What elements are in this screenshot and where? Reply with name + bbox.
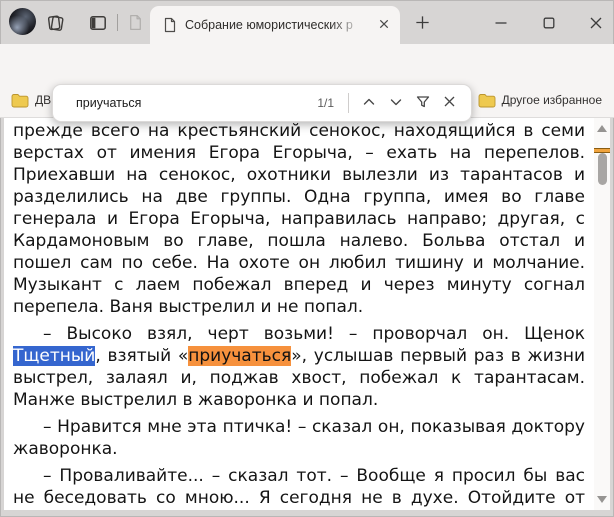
close-button[interactable] (583, 13, 609, 35)
minimize-icon (493, 15, 509, 34)
titlebar-divider (117, 14, 118, 31)
selected-text: Тщетный (13, 346, 96, 366)
folder-icon (11, 93, 29, 108)
browser-window: Собрание юмористических р ДВ Другое избр… (0, 0, 614, 517)
text-run: – Проваливайте... – сказал тот. – Вообще… (13, 466, 585, 508)
find-input[interactable] (74, 95, 318, 111)
close-icon (377, 17, 391, 34)
find-divider (348, 93, 349, 113)
stacked-tabs-icon (46, 13, 66, 36)
favorites-folder-left[interactable]: ДВ (11, 92, 51, 108)
scrollbar-thumb[interactable] (597, 153, 607, 185)
find-bar: 1/1 (52, 84, 472, 122)
vertical-tabs-icon (88, 13, 108, 36)
titlebar: Собрание юмористических р (0, 0, 614, 44)
close-icon (588, 15, 604, 34)
favorites-folder-right[interactable]: Другое избранное (478, 92, 602, 108)
filter-button[interactable] (411, 91, 434, 115)
paragraph: – Нравится мне эта птичка! – сказал он, … (13, 416, 585, 460)
scrollbar[interactable] (594, 118, 610, 510)
text-run: – Высоко взял, черт возьми! – проворчал … (43, 324, 585, 344)
inactive-tab-icon[interactable] (127, 13, 144, 37)
navigation-bar: Файл C:/Users/cslam/Webst... (0, 44, 614, 124)
close-icon (442, 94, 457, 112)
plus-icon (414, 14, 431, 34)
paragraph: – Проваливайте... – сказал тот. – Вообще… (13, 465, 585, 510)
vertical-tabs-button[interactable] (86, 13, 110, 35)
tab-actions-button[interactable] (44, 13, 68, 35)
match-counter: 1/1 (317, 96, 334, 110)
previous-match-button[interactable] (357, 91, 380, 115)
funnel-icon (415, 94, 431, 113)
text-run: , взятый « (95, 346, 189, 366)
scroll-down-button[interactable] (597, 496, 607, 503)
page-icon (162, 17, 178, 33)
folder-icon (478, 93, 496, 108)
profile-avatar[interactable] (9, 8, 36, 35)
close-find-button[interactable] (438, 91, 461, 115)
tab-title: Собрание юмористических р (185, 18, 353, 32)
tab-close-button[interactable] (374, 15, 394, 35)
active-tab[interactable]: Собрание юмористических р (150, 6, 400, 44)
paragraph: прежде всего на крестьянский сенокос, на… (13, 120, 585, 318)
favorites-folder-label: ДВ (35, 93, 52, 107)
chevron-down-icon (388, 94, 404, 113)
chevron-up-icon (361, 94, 377, 113)
text-run: прежде всего на крестьянский сенокос, на… (13, 121, 585, 317)
find-match-highlight: приучаться (188, 346, 292, 366)
document-area: прежде всего на крестьянский сенокос, на… (4, 118, 594, 510)
text-run: – Нравится мне эта птичка! – сказал он, … (13, 417, 585, 459)
document-text: прежде всего на крестьянский сенокос, на… (13, 120, 585, 510)
next-match-button[interactable] (384, 91, 407, 115)
favorites-folder-label: Другое избранное (501, 93, 602, 107)
maximize-icon (541, 15, 557, 34)
maximize-button[interactable] (536, 13, 562, 35)
new-tab-button[interactable] (410, 13, 434, 35)
paragraph: – Высоко взял, черт возьми! – проворчал … (13, 323, 585, 411)
minimize-button[interactable] (488, 13, 514, 35)
scroll-up-button[interactable] (597, 125, 607, 132)
